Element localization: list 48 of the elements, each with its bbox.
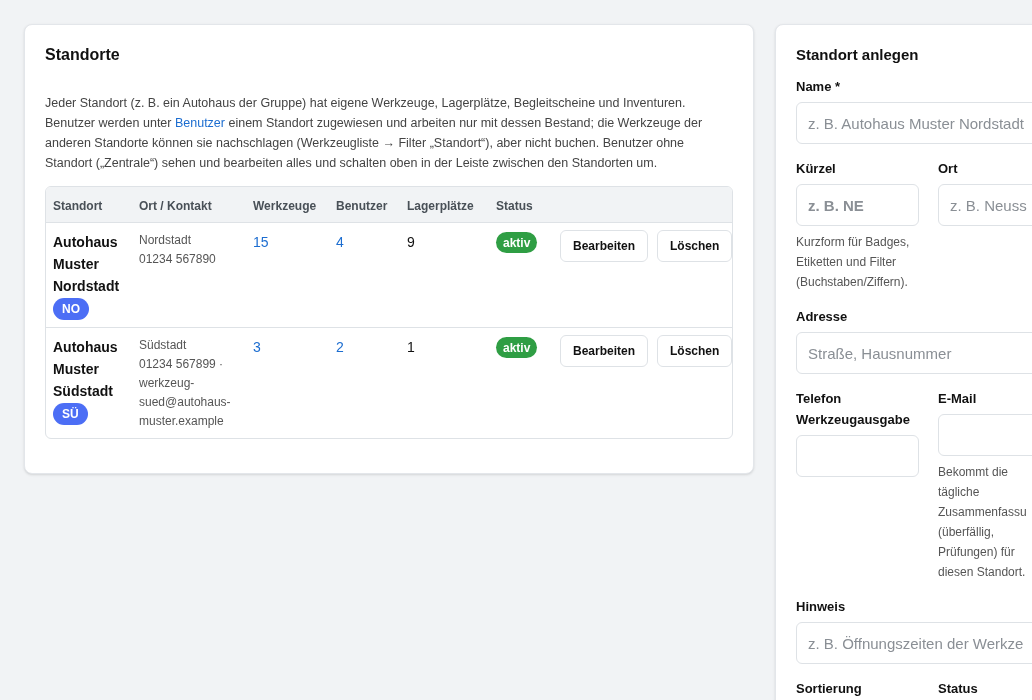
tool-count-link[interactable]: 15 — [253, 231, 269, 253]
field-label: Kürzel — [796, 160, 837, 178]
location-code-badge: NO — [53, 298, 89, 320]
input-field[interactable] — [938, 414, 1032, 456]
input-field[interactable]: z. B. Autohaus Muster Nordstadt — [796, 102, 1032, 144]
column-header: Ort / Kontakt — [139, 198, 212, 213]
user-count-link[interactable]: 4 — [336, 231, 344, 253]
column-header: Benutzer — [336, 198, 388, 213]
status-badge: aktiv — [496, 232, 538, 253]
users-link[interactable]: Benutzer — [174, 116, 225, 130]
location-code-badge: SÜ — [53, 403, 88, 425]
field-label: E-Mail — [938, 390, 978, 408]
field-label: Telefon Werkzeugausgabe — [796, 390, 911, 429]
input-field[interactable]: z. B. NE — [796, 184, 919, 226]
city-text: Nordstadt — [139, 232, 192, 249]
column-header: Status — [496, 198, 533, 213]
tool-count-link[interactable]: 3 — [253, 336, 261, 358]
delete-button[interactable]: Löschen — [657, 230, 732, 262]
edit-button[interactable]: Bearbeiten — [560, 230, 649, 262]
field-label: Hinweis — [796, 598, 847, 616]
location-name: Autohaus Muster Nordstadt — [53, 233, 121, 296]
field-label: Sortierung — [796, 680, 863, 698]
field-label: Status — [938, 680, 979, 698]
input-field[interactable] — [796, 435, 919, 477]
field-hint: Bekommt die tägliche Zusammenfassu (überfällig, Prüfungen) für diesen Standort. — [938, 464, 1028, 581]
input-field[interactable]: z. B. Neuss — [938, 184, 1032, 226]
storage-count: 1 — [407, 338, 415, 357]
field-label: Adresse — [796, 308, 849, 326]
storage-count: 9 — [407, 233, 415, 252]
contact-text: 01234 567899 · werkzeug-sued@autohaus-muster.example — [139, 356, 232, 430]
card-title: Standort anlegen — [796, 45, 920, 65]
status-badge: aktiv — [496, 337, 538, 358]
input-field[interactable]: Straße, Hausnummer — [796, 332, 1032, 374]
field-label: Ort — [938, 160, 959, 178]
input-field[interactable]: z. B. Öffnungszeiten der Werkze — [796, 622, 1032, 664]
city-text: Südstadt — [139, 337, 187, 354]
edit-button[interactable]: Bearbeiten — [560, 335, 649, 367]
intro-text: Jeder Standort (z. B. ein Autohaus der Gruppe) hat eigene Werkzeuge, Lagerplätze, Begleitscheine und Inventuren. Benutzer werden unter Benutzer einem Standort zugewiesen und arbeiten nur mit dessen Bestand; die Werkzeuge der anderen Standorte können sie nachschlagen (Werkzeugliste → Filter „Standort“), aber nicht buchen. Benutzer ohne Standort („Zentrale“) sehen und bearbeiten alles und schalten oben in der Leiste zwischen den Standorten um. — [45, 95, 704, 172]
delete-button[interactable]: Löschen — [657, 335, 732, 367]
location-name: Autohaus Muster Südstadt — [53, 338, 119, 401]
card-title: Standorte — [45, 45, 121, 65]
user-count-link[interactable]: 2 — [336, 336, 344, 358]
column-header: Lagerplätze — [407, 198, 474, 213]
column-header: Werkzeuge — [253, 198, 317, 213]
field-label: Name * — [796, 78, 842, 96]
contact-text: 01234 567890 — [139, 251, 216, 268]
column-header: Standort — [53, 198, 103, 213]
field-hint: Kurzform für Badges, Etiketten und Filter (Buchstaben/Ziffern). — [796, 234, 911, 291]
